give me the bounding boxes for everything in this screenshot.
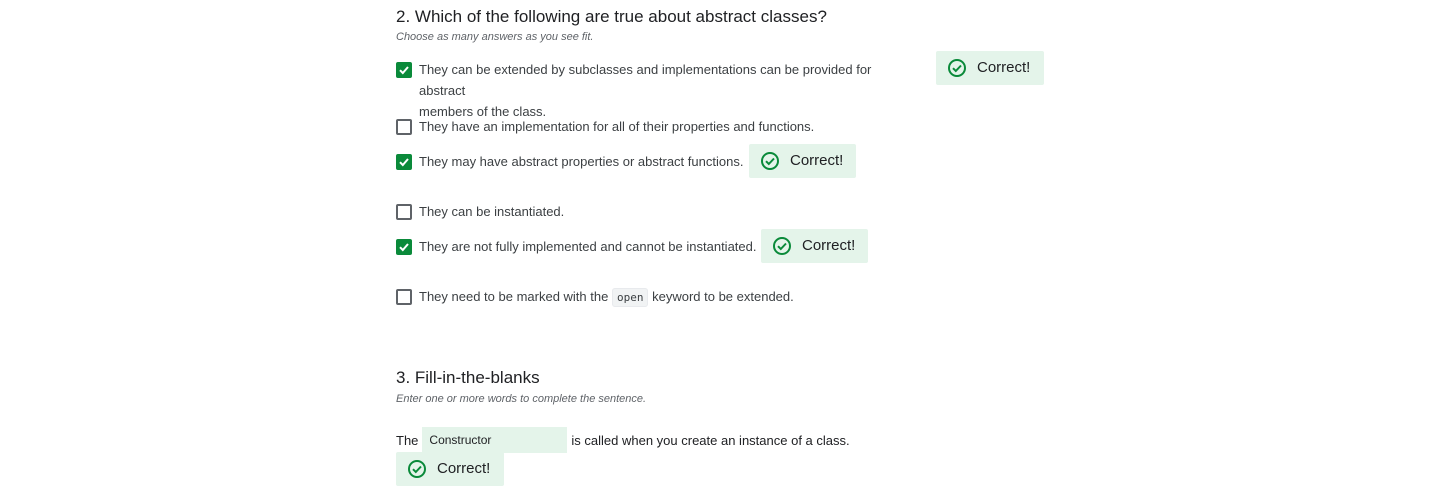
question-3-title: 3. Fill-in-the-blanks xyxy=(396,368,540,387)
sentence-suffix: is called when you create an instance of… xyxy=(571,432,850,448)
option-1-checkbox[interactable] xyxy=(396,62,412,78)
option-2-label: They have an implementation for all of t… xyxy=(419,119,815,134)
option-3-label: They may have abstract properties or abs… xyxy=(419,154,744,169)
option-1-label: They can be extended by subclasses and i… xyxy=(419,62,872,119)
option-5-label: They are not fully implemented and canno… xyxy=(419,239,757,254)
sentence-prefix: The xyxy=(396,432,419,448)
feedback-label: Correct! xyxy=(802,237,856,254)
question-3-subtitle: Enter one or more words to complete the … xyxy=(396,393,647,405)
feedback-label: Correct! xyxy=(790,152,844,169)
option-4-checkbox[interactable] xyxy=(396,204,412,220)
option-5[interactable]: They are not fully implemented and canno… xyxy=(396,239,757,257)
option-3-checkbox[interactable] xyxy=(396,154,412,170)
option-4[interactable]: They can be instantiated. xyxy=(396,204,564,222)
check-circle-icon xyxy=(773,237,791,255)
check-circle-icon xyxy=(761,152,779,170)
question-2-subtitle: Choose as many answers as you see fit. xyxy=(396,31,594,43)
question-3-feedback-badge: Correct! xyxy=(396,452,504,486)
option-6-label: They need to be marked with the open key… xyxy=(419,286,794,308)
open-keyword-code: open xyxy=(611,288,649,307)
option-3[interactable]: They may have abstract properties or abs… xyxy=(396,154,743,172)
check-icon xyxy=(399,158,409,167)
option-2[interactable]: They have an implementation for all of t… xyxy=(396,119,814,137)
check-icon xyxy=(399,243,409,252)
option-5-feedback-badge: Correct! xyxy=(761,229,868,263)
check-icon xyxy=(399,66,409,75)
option-2-checkbox[interactable] xyxy=(396,119,412,135)
blank-answer-input[interactable] xyxy=(422,427,568,453)
option-5-checkbox[interactable] xyxy=(396,239,412,255)
fill-in-sentence: The is called when you create an instanc… xyxy=(396,427,850,453)
option-6-checkbox[interactable] xyxy=(396,289,412,305)
feedback-label: Correct! xyxy=(977,59,1031,76)
option-3-feedback-badge: Correct! xyxy=(749,144,856,178)
check-circle-icon xyxy=(948,59,966,77)
check-circle-icon xyxy=(408,460,426,478)
option-1-feedback-badge: Correct! xyxy=(936,51,1044,85)
option-6[interactable]: They need to be marked with the open key… xyxy=(396,286,794,308)
feedback-label: Correct! xyxy=(437,460,491,477)
option-1[interactable]: They can be extended by subclasses and i… xyxy=(396,62,919,122)
option-4-label: They can be instantiated. xyxy=(419,204,565,219)
question-2-title: 2. Which of the following are true about… xyxy=(396,7,827,26)
